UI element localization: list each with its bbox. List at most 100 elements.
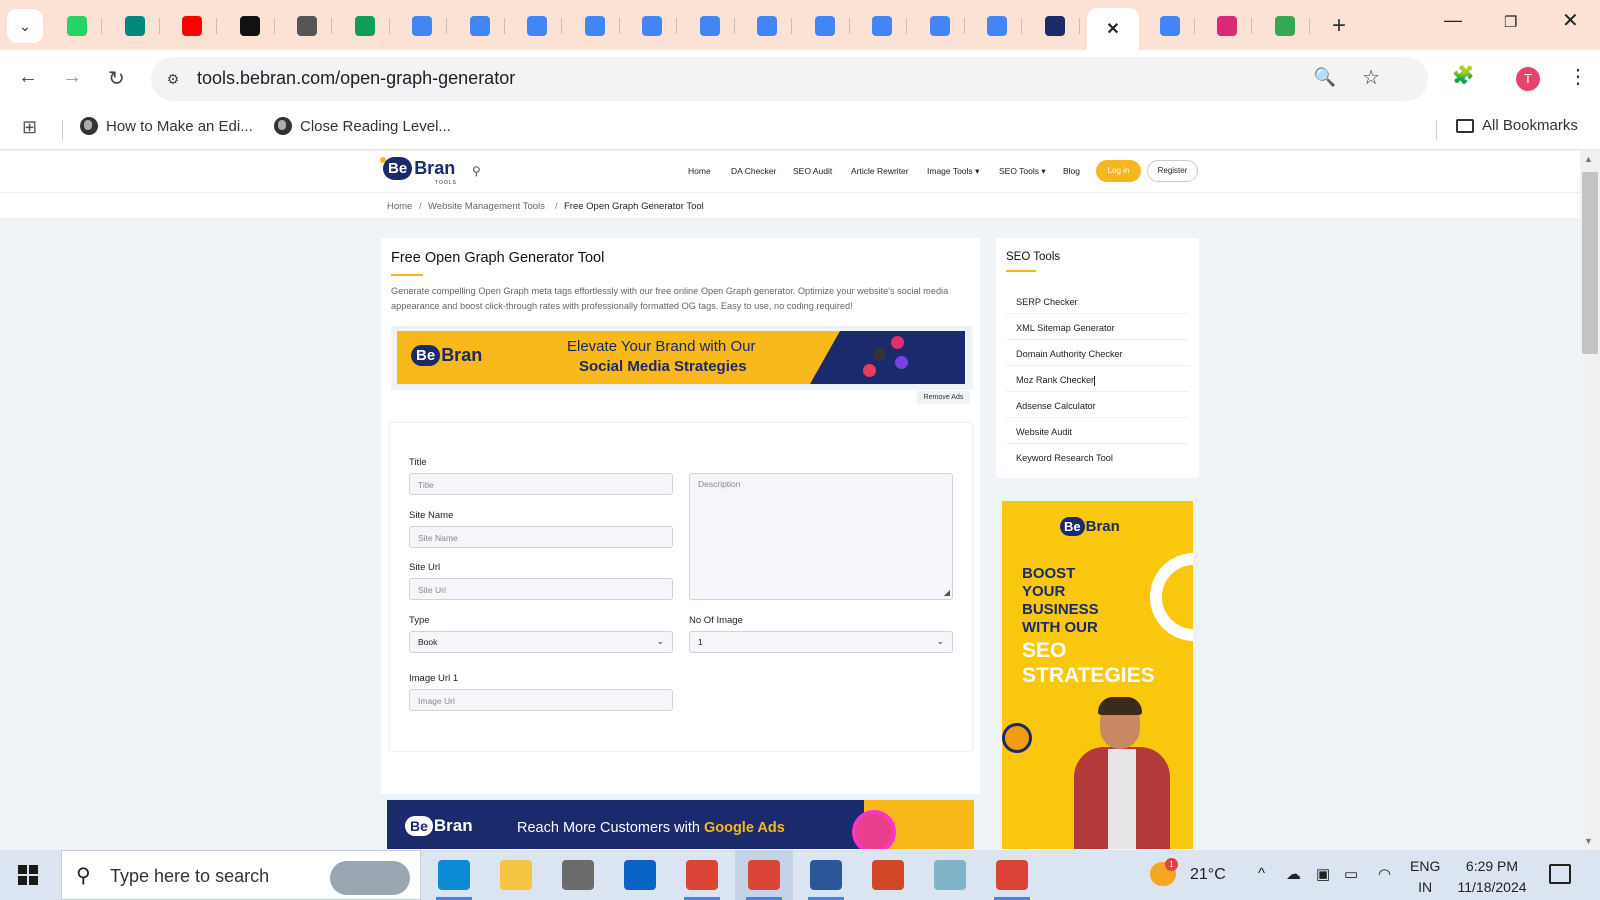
action-center-icon[interactable] (1549, 864, 1571, 884)
outlook-icon[interactable] (624, 860, 656, 890)
browser-tab[interactable]: ✕ (1087, 8, 1139, 50)
browser-tab[interactable] (800, 8, 850, 44)
close-icon[interactable]: ✕ (1103, 19, 1123, 39)
site-name-input[interactable]: Site Name (409, 526, 673, 548)
sidebar-ad[interactable]: Be Bran BOOST YOUR BUSINESS WITH OUR SEO… (996, 495, 1199, 849)
browser-tab[interactable] (627, 8, 677, 44)
browser-tab[interactable] (167, 8, 217, 44)
onedrive-icon[interactable]: ☁ (1286, 865, 1301, 883)
minimize-icon[interactable]: — (1444, 10, 1462, 31)
browser-tab[interactable] (742, 8, 792, 44)
sidebar-item-keyword-research[interactable]: Keyword Research Tool (1006, 445, 1189, 470)
window-close-icon[interactable]: ✕ (1562, 8, 1579, 33)
nav-article-rewriter[interactable]: Article Rewriter (851, 166, 909, 176)
show-hidden-icons-icon[interactable]: ^ (1258, 865, 1265, 882)
sidebar-item-serp-checker[interactable]: SERP Checker (1006, 289, 1189, 314)
banner-ad[interactable]: Be Bran Elevate Your Brand with Our Soci… (391, 326, 973, 390)
microsoft-store-icon[interactable] (562, 860, 594, 890)
nav-home[interactable]: Home (688, 166, 711, 176)
word-icon[interactable] (810, 860, 842, 890)
browser-tab[interactable] (1260, 8, 1310, 44)
browser-tab[interactable] (1145, 8, 1195, 44)
chrome-icon[interactable] (686, 860, 718, 890)
file-explorer-icon[interactable] (500, 860, 532, 890)
bookmark-star-icon[interactable]: ☆ (1362, 65, 1380, 90)
security-icon[interactable]: ▣ (1316, 865, 1330, 883)
browser-tab[interactable] (915, 8, 965, 44)
browser-tab[interactable] (455, 8, 505, 44)
edge-icon[interactable] (438, 860, 470, 890)
windows-start-icon[interactable] (18, 865, 38, 885)
powerpoint-icon[interactable] (872, 860, 904, 890)
chrome-profile-icon[interactable] (996, 860, 1028, 890)
no-of-image-select[interactable]: 1 ⌄ (689, 631, 953, 653)
notepad-icon[interactable] (934, 860, 966, 890)
nav-blog[interactable]: Blog (1063, 166, 1080, 176)
extensions-icon[interactable]: 🧩 (1452, 65, 1474, 86)
back-arrow-icon[interactable]: ← (18, 66, 38, 89)
apps-grid-icon[interactable]: ⊞ (22, 117, 37, 138)
profile-avatar[interactable]: T (1516, 67, 1540, 91)
sidebar-item-xml-sitemap[interactable]: XML Sitemap Generator (1006, 315, 1189, 340)
register-button[interactable]: Register (1147, 160, 1198, 182)
resize-grip-icon[interactable]: ◢ (944, 588, 950, 597)
browser-tab[interactable] (570, 8, 620, 44)
nav-seo-audit[interactable]: SEO Audit (793, 166, 832, 176)
address-bar[interactable]: ⚙ tools.bebran.com/open-graph-generator … (151, 57, 1428, 101)
browser-tab[interactable] (225, 8, 275, 44)
sidebar-item-adsense[interactable]: Adsense Calculator (1006, 393, 1189, 418)
browser-tab[interactable] (52, 8, 102, 44)
tab-search-button[interactable]: ⌄ (7, 9, 43, 43)
temperature[interactable]: 21°C (1190, 866, 1226, 884)
breadcrumb-home[interactable]: Home (387, 201, 412, 212)
taskbar-search[interactable]: ⚲ Type here to search (61, 850, 421, 900)
login-button[interactable]: Log in (1096, 160, 1141, 182)
browser-tab[interactable] (1030, 8, 1080, 44)
scroll-down-icon[interactable]: ▼ (1584, 836, 1593, 846)
bookmark-item[interactable]: How to Make an Edi... (80, 117, 253, 135)
site-settings-icon[interactable]: ⚙ (161, 67, 185, 91)
forward-arrow-icon[interactable]: → (62, 66, 82, 89)
clock[interactable]: 6:29 PM 11/18/2024 (1452, 856, 1532, 898)
browser-tab[interactable] (282, 8, 332, 44)
nav-seo-tools[interactable]: SEO Tools ▾ (999, 166, 1046, 177)
nav-da-checker[interactable]: DA Checker (731, 166, 776, 176)
browser-tab[interactable] (512, 8, 562, 44)
scroll-up-icon[interactable]: ▲ (1584, 154, 1593, 164)
all-bookmarks-button[interactable]: All Bookmarks (1456, 117, 1578, 134)
restore-icon[interactable]: ❐ (1504, 13, 1517, 31)
sidebar-item-domain-authority[interactable]: Domain Authority Checker (1006, 341, 1189, 366)
nav-image-tools[interactable]: Image Tools ▾ (927, 166, 979, 177)
browser-menu-icon[interactable]: ⋮ (1568, 64, 1588, 89)
description-textarea[interactable]: Description ◢ (689, 473, 953, 600)
browser-tab[interactable] (340, 8, 390, 44)
url-text[interactable]: tools.bebran.com/open-graph-generator (197, 68, 515, 89)
browser-tab[interactable] (685, 8, 735, 44)
browser-tab[interactable] (110, 8, 160, 44)
browser-tab[interactable] (397, 8, 447, 44)
bookmark-item[interactable]: Close Reading Level... (274, 117, 451, 135)
sidebar-item-website-audit[interactable]: Website Audit (1006, 419, 1189, 444)
sidebar-item-moz-rank[interactable]: Moz Rank Checker (1006, 367, 1189, 392)
breadcrumb-website-management[interactable]: Website Management Tools (428, 201, 545, 212)
browser-tab[interactable] (1202, 8, 1252, 44)
google-ads-banner[interactable]: Be Bran Reach More Customers with Google… (381, 794, 980, 849)
bebran-logo[interactable]: Be Bran TOOLS (380, 157, 456, 186)
reload-icon[interactable]: ↻ (108, 66, 125, 91)
site-search-icon[interactable]: ⚲ (472, 164, 481, 178)
scrollbar-thumb[interactable] (1582, 172, 1598, 354)
social-media-ad[interactable]: Be Bran Elevate Your Brand with Our Soci… (397, 331, 965, 384)
google-ads-ad[interactable]: Be Bran Reach More Customers with Google… (387, 800, 974, 849)
language-indicator[interactable]: ENG IN (1410, 856, 1440, 898)
zoom-icon[interactable]: 🔍 (1314, 67, 1336, 88)
new-tab-button[interactable]: + (1332, 12, 1346, 40)
wifi-icon[interactable]: ◠ (1378, 865, 1391, 883)
type-select[interactable]: Book ⌄ (409, 631, 673, 653)
browser-tab[interactable] (972, 8, 1022, 44)
battery-icon[interactable]: ▭ (1344, 865, 1358, 883)
image-url-input[interactable]: Image Url (409, 689, 673, 711)
browser-tab[interactable] (857, 8, 907, 44)
remove-ads-button[interactable]: Remove Ads (917, 391, 970, 404)
title-input[interactable]: Title (409, 473, 673, 495)
seo-strategies-ad[interactable]: Be Bran BOOST YOUR BUSINESS WITH OUR SEO… (1002, 501, 1193, 849)
